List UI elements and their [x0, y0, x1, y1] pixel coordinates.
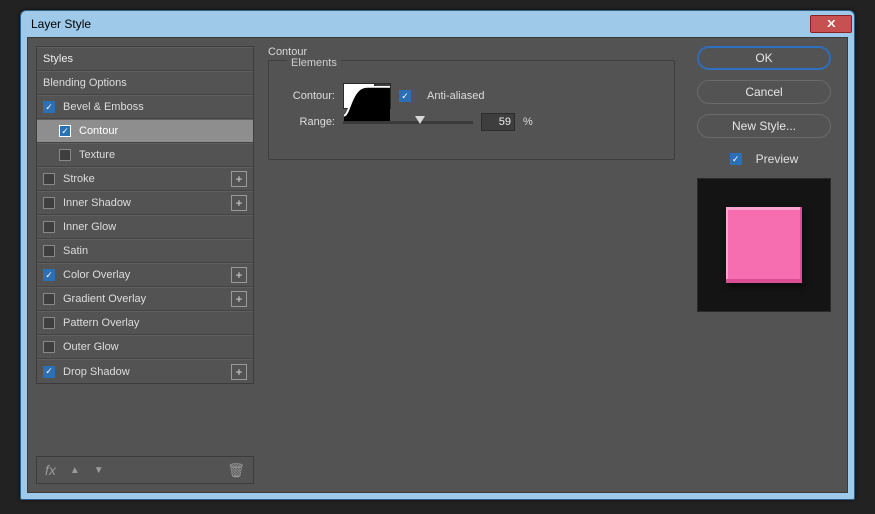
dialog-buttons: OK Cancel New Style... Preview — [689, 46, 839, 484]
close-button[interactable]: X — [810, 15, 852, 33]
style-drop-shadow[interactable]: Drop Shadow + — [37, 359, 253, 383]
checkbox-color-overlay[interactable] — [43, 269, 55, 281]
move-down-icon[interactable]: ▼ — [94, 465, 104, 476]
contour-picker[interactable]: ▾ — [343, 83, 391, 109]
style-texture[interactable]: Texture — [37, 143, 253, 167]
checkbox-gradient-overlay[interactable] — [43, 293, 55, 305]
ok-label: OK — [755, 51, 772, 65]
checkbox-stroke[interactable] — [43, 173, 55, 185]
style-bevel-emboss[interactable]: Bevel & Emboss — [37, 95, 253, 119]
style-label: Gradient Overlay — [63, 293, 227, 305]
style-satin[interactable]: Satin — [37, 239, 253, 263]
style-label: Texture — [79, 149, 247, 161]
range-row: Range: % — [283, 113, 660, 131]
style-blending-options[interactable]: Blending Options — [37, 71, 253, 95]
new-style-button[interactable]: New Style... — [697, 114, 831, 138]
anti-aliased-label: Anti-aliased — [427, 90, 484, 102]
close-icon: X — [827, 19, 836, 30]
cancel-button[interactable]: Cancel — [697, 80, 831, 104]
checkbox-inner-shadow[interactable] — [43, 197, 55, 209]
range-label: Range: — [283, 116, 335, 128]
style-inner-glow[interactable]: Inner Glow — [37, 215, 253, 239]
add-drop-shadow-button[interactable]: + — [231, 364, 247, 380]
dialog-body: Styles Blending Options Bevel & Emboss C… — [27, 37, 848, 493]
styles-header[interactable]: Styles — [37, 47, 253, 71]
checkbox-inner-glow[interactable] — [43, 221, 55, 233]
style-label: Satin — [63, 245, 247, 257]
range-percent-label: % — [523, 116, 533, 128]
new-style-label: New Style... — [732, 119, 796, 133]
style-label: Pattern Overlay — [63, 317, 247, 329]
preview-swatch — [726, 207, 802, 283]
style-stroke[interactable]: Stroke + — [37, 167, 253, 191]
style-label: Outer Glow — [63, 341, 247, 353]
contour-row: Contour: ▾ Anti-aliased — [283, 83, 660, 109]
style-pattern-overlay[interactable]: Pattern Overlay — [37, 311, 253, 335]
elements-legend: Elements — [287, 57, 341, 69]
slider-track[interactable] — [343, 121, 473, 124]
style-label: Blending Options — [43, 77, 247, 89]
checkbox-outer-glow[interactable] — [43, 341, 55, 353]
checkbox-bevel[interactable] — [43, 101, 55, 113]
checkbox-pattern-overlay[interactable] — [43, 317, 55, 329]
range-value-input[interactable] — [481, 113, 515, 131]
style-outer-glow[interactable]: Outer Glow — [37, 335, 253, 359]
add-stroke-button[interactable]: + — [231, 171, 247, 187]
layer-style-window: Layer Style X Styles Blending Options Be… — [20, 10, 855, 500]
preview-label: Preview — [756, 152, 799, 166]
style-label: Contour — [79, 125, 247, 137]
styles-list: Styles Blending Options Bevel & Emboss C… — [36, 46, 254, 384]
styles-footer: fx ▲ ▼ 🗑 — [36, 456, 254, 484]
style-gradient-overlay[interactable]: Gradient Overlay + — [37, 287, 253, 311]
style-color-overlay[interactable]: Color Overlay + — [37, 263, 253, 287]
style-contour[interactable]: Contour — [37, 119, 253, 143]
style-inner-shadow[interactable]: Inner Shadow + — [37, 191, 253, 215]
cancel-label: Cancel — [745, 85, 782, 99]
trash-icon[interactable]: 🗑 — [227, 462, 245, 479]
style-label: Inner Glow — [63, 221, 247, 233]
window-title: Layer Style — [31, 17, 91, 31]
checkbox-satin[interactable] — [43, 245, 55, 257]
style-label: Stroke — [63, 173, 227, 185]
elements-group: Elements Contour: ▾ Anti-aliased Range: — [268, 60, 675, 160]
checkbox-contour[interactable] — [59, 125, 71, 137]
ok-button[interactable]: OK — [697, 46, 831, 70]
fx-icon[interactable]: fx — [45, 462, 56, 478]
checkbox-anti-aliased[interactable] — [399, 90, 411, 102]
range-slider[interactable] — [343, 121, 473, 124]
contour-panel: Contour Elements Contour: ▾ Anti-aliased — [254, 46, 689, 484]
contour-curve-icon — [344, 84, 390, 121]
style-label: Inner Shadow — [63, 197, 227, 209]
preview-toggle[interactable]: Preview — [730, 152, 799, 166]
style-label: Bevel & Emboss — [63, 101, 247, 113]
add-gradient-overlay-button[interactable]: + — [231, 291, 247, 307]
style-label: Drop Shadow — [63, 366, 227, 378]
add-inner-shadow-button[interactable]: + — [231, 195, 247, 211]
style-label: Color Overlay — [63, 269, 227, 281]
add-color-overlay-button[interactable]: + — [231, 267, 247, 283]
preview-box — [697, 178, 831, 312]
move-up-icon[interactable]: ▲ — [70, 465, 80, 476]
checkbox-drop-shadow[interactable] — [43, 366, 55, 378]
styles-header-label: Styles — [43, 53, 247, 65]
slider-thumb[interactable] — [415, 116, 425, 124]
contour-label: Contour: — [283, 90, 335, 102]
checkbox-preview[interactable] — [730, 153, 742, 165]
styles-panel: Styles Blending Options Bevel & Emboss C… — [36, 46, 254, 484]
titlebar[interactable]: Layer Style X — [21, 11, 854, 37]
checkbox-texture[interactable] — [59, 149, 71, 161]
